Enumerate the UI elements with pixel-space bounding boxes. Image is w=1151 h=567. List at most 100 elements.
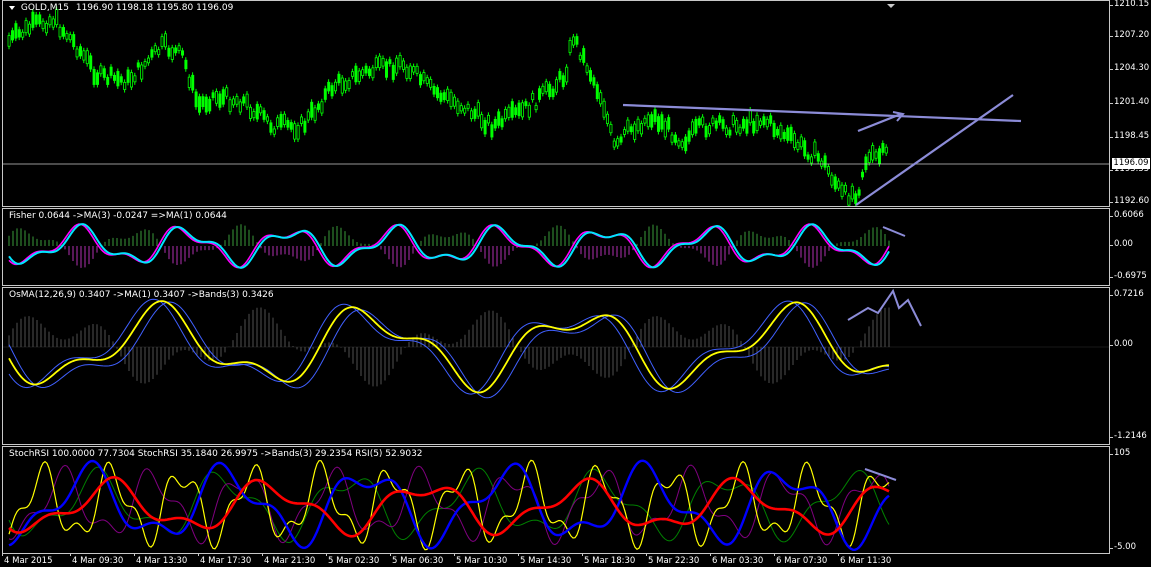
candle [65,33,69,40]
candle [177,45,181,51]
candle [810,156,814,164]
candle [48,16,52,26]
candle [17,29,21,38]
candle [194,91,198,108]
candle [449,91,453,108]
stochrsi-pane[interactable]: StochRSI 100.0000 77.7304 StochRSI 35.18… [2,446,1110,554]
candle [874,151,878,159]
candle [582,48,586,63]
candle [701,116,705,126]
osma-tick: 0.00 [1110,339,1133,349]
candle [850,185,854,200]
candle [572,36,576,46]
candle [384,61,388,78]
candle [432,86,436,95]
candle [439,92,443,102]
arrow-annotation [857,112,902,133]
candle [82,50,86,61]
candle [14,23,18,39]
candle [408,65,412,79]
candle [116,71,120,87]
candle [500,118,504,128]
candle [708,125,712,135]
osma-pane[interactable]: OsMA(12,26,9) 0.3407 ->MA(1) 0.3407 ->Ba… [2,287,1110,445]
candle [27,23,31,35]
fisher-pane[interactable]: Fisher 0.0644 ->MA(3) -0.0247 =>MA(1) 0.… [2,208,1110,286]
price-tick: 1210.15 [1109,0,1150,9]
candle [463,107,467,114]
candle [187,76,191,88]
candle [41,20,45,29]
candle [646,114,650,128]
candle [469,110,473,120]
candle [861,171,865,178]
candle [208,98,212,112]
candle [531,93,535,101]
candle [589,70,593,82]
chart-title: GOLD,M15 1196.90 1198.18 1195.80 1196.09 [9,3,233,13]
candle [201,96,205,108]
candle [361,69,365,76]
candle [242,96,246,104]
candle [837,180,841,189]
candle [786,127,790,141]
candle [667,117,671,130]
candle [680,141,684,148]
dropdown-triangle-icon[interactable] [9,5,15,10]
candle [391,64,395,80]
candle [303,120,307,133]
shift-marker-icon [887,4,895,8]
candle [650,114,654,128]
candle [551,88,555,98]
candle [765,118,769,128]
price-tick: 1201.40 [1109,97,1150,107]
candle [327,81,331,92]
time-label: 5 Mar 10:30 [453,553,508,566]
candle [602,100,606,118]
candle [616,138,620,147]
candle [92,68,96,85]
candle [296,125,300,140]
price-pane[interactable]: GOLD,M15 1196.90 1198.18 1195.80 1196.09 [2,0,1110,207]
candle [473,108,477,119]
candle [34,14,38,25]
candle [816,153,820,162]
candle [276,117,280,127]
time-label: 6 Mar 07:30 [773,553,828,566]
candle [126,69,130,83]
candle [776,129,780,136]
candle [609,124,613,134]
price-tick: 1204.30 [1109,63,1150,73]
candle [62,27,66,37]
candle [657,116,661,132]
candle [789,126,793,141]
time-label: 4 Mar 21:30 [261,553,316,566]
candle [79,46,83,57]
candle [184,59,188,70]
stochrsi-chart [8,459,897,551]
candle [259,106,263,114]
candle [544,81,548,93]
candle [793,133,797,148]
candle [881,143,885,153]
candle [524,101,528,107]
candle [398,54,402,68]
candle [738,126,742,134]
candle [235,96,239,105]
candle [871,145,875,161]
osma-axis: 0.7216 0.00 -1.2146 [1110,287,1151,445]
candle [653,109,657,122]
candle [72,34,76,48]
candle [204,96,208,113]
candle [160,36,164,47]
candle [248,106,252,119]
candle [833,176,837,190]
osma-tick: 0.7216 [1110,289,1144,299]
candle [310,101,314,118]
candle [106,76,110,85]
candle [262,110,266,120]
candle [316,103,320,110]
osma-label: OsMA(12,26,9) 0.3407 ->MA(1) 0.3407 ->Ba… [9,290,274,300]
candle [538,88,542,100]
candle [96,72,100,85]
